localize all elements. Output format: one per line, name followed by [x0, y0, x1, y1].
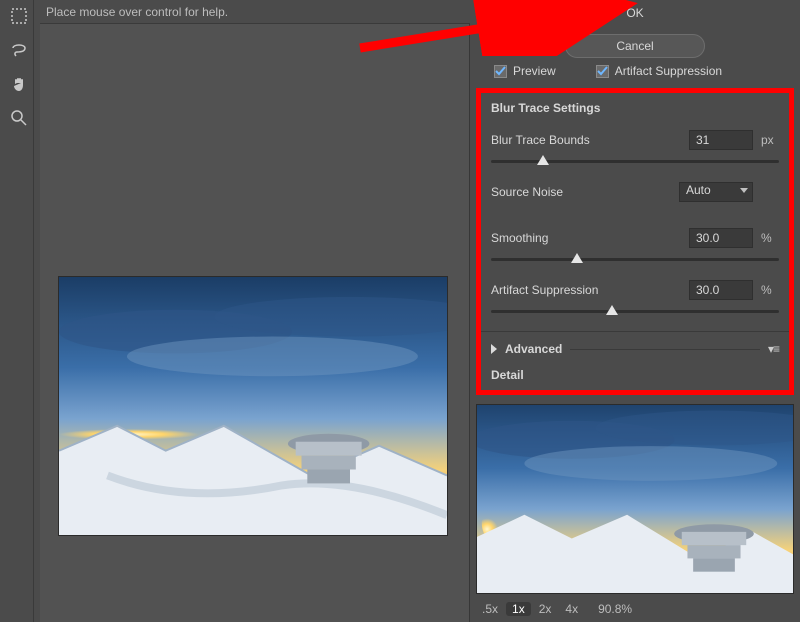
smoothing-input[interactable]: [689, 228, 753, 248]
unit-pct: %: [761, 231, 779, 245]
unit-px: px: [761, 133, 779, 147]
source-noise-value: Auto: [686, 183, 711, 197]
advanced-label: Advanced: [505, 342, 562, 356]
preview-image[interactable]: [58, 276, 448, 536]
settings-title: Blur Trace Settings: [491, 99, 779, 123]
slider-thumb-icon[interactable]: [606, 305, 618, 315]
artifact-suppression-checkbox[interactable]: Artifact Suppression: [596, 64, 722, 78]
preview-checkbox[interactable]: Preview: [494, 64, 556, 78]
zoom-level-1[interactable]: 1x: [506, 602, 531, 616]
smoothing-label: Smoothing: [491, 231, 548, 245]
source-noise-label: Source Noise: [491, 185, 563, 199]
lasso-tool-icon[interactable]: [7, 38, 31, 62]
blur-trace-bounds-input[interactable]: [689, 130, 753, 150]
preview-canvas-area: [40, 24, 470, 622]
checkbox-icon: [596, 65, 609, 78]
right-panel: OK Cancel Preview Artifact Suppression B…: [470, 0, 800, 622]
tool-strip: [4, 0, 34, 622]
artifact-suppression-label: Artifact Suppression: [491, 283, 598, 297]
preview-label: Preview: [513, 64, 556, 78]
blur-trace-settings-panel: Blur Trace Settings Blur Trace Bounds px…: [476, 88, 794, 395]
zoom-level-0[interactable]: .5x: [476, 602, 504, 616]
zoom-percent: 90.8%: [598, 602, 632, 616]
marquee-tool-icon[interactable]: [7, 4, 31, 28]
landscape-preview-icon: [59, 277, 447, 535]
artifact-suppression-input[interactable]: [689, 280, 753, 300]
slider-thumb-icon[interactable]: [537, 155, 549, 165]
blur-trace-bounds-slider[interactable]: [491, 153, 779, 169]
blur-trace-bounds-label: Blur Trace Bounds: [491, 133, 590, 147]
zoom-level-3[interactable]: 4x: [559, 602, 584, 616]
detail-title: Detail: [491, 360, 779, 386]
zoom-tool-icon[interactable]: [7, 106, 31, 130]
smoothing-slider[interactable]: [491, 251, 779, 267]
checkbox-icon: [494, 65, 507, 78]
slider-thumb-icon[interactable]: [571, 253, 583, 263]
detail-thumbnail[interactable]: [476, 404, 794, 594]
disclosure-triangle-icon: [491, 344, 497, 354]
source-noise-select[interactable]: Auto: [679, 182, 753, 202]
help-text: Place mouse over control for help.: [46, 5, 228, 19]
advanced-disclosure[interactable]: Advanced ▾≡: [491, 338, 779, 360]
landscape-detail-icon: [477, 405, 793, 593]
hand-tool-icon[interactable]: [7, 72, 31, 96]
cancel-button[interactable]: Cancel: [565, 34, 705, 58]
unit-pct2: %: [761, 283, 779, 297]
chevron-down-icon: [740, 188, 748, 193]
panel-menu-icon[interactable]: ▾≡: [768, 342, 779, 356]
artifact-label: Artifact Suppression: [615, 64, 722, 78]
ok-button[interactable]: OK: [565, 6, 705, 28]
zoom-level-2[interactable]: 2x: [533, 602, 558, 616]
artifact-suppression-slider[interactable]: [491, 303, 779, 319]
detail-zoom-bar: .5x 1x 2x 4x 90.8%: [476, 598, 794, 620]
